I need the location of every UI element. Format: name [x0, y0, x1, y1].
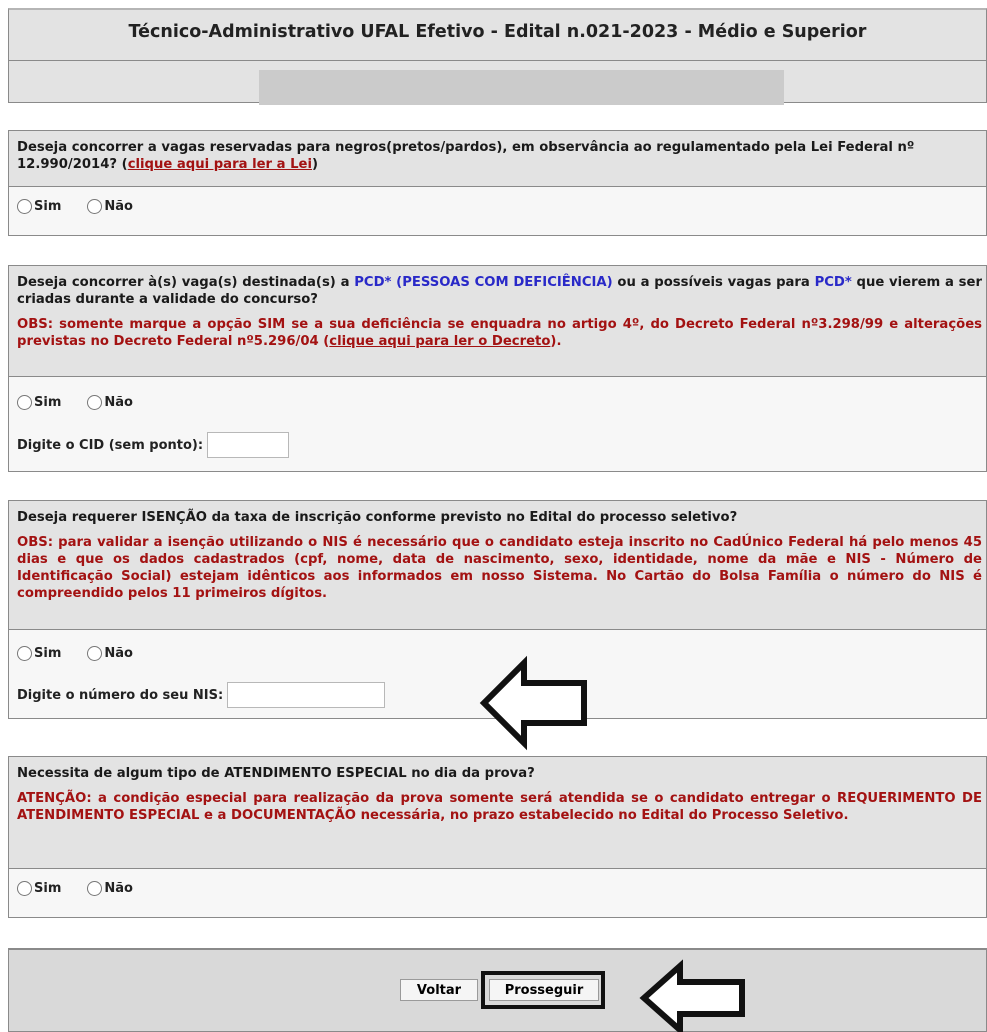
q1-law-link[interactable]: clique aqui para ler a Lei	[128, 157, 312, 172]
q1-yes-radio[interactable]: Sim	[17, 199, 61, 214]
radio-circle-icon[interactable]	[87, 395, 103, 410]
left-arrow-icon	[479, 655, 587, 751]
back-button[interactable]: Voltar	[400, 979, 478, 1001]
question-pcd: Deseja concorrer à(s) vaga(s) destinada(…	[8, 265, 987, 472]
radio-circle-icon[interactable]	[87, 646, 103, 661]
actions-panel: Voltar Prosseguir	[8, 948, 987, 1032]
q2-options: Sim Não Digite o CID (sem ponto):	[9, 376, 986, 471]
q3-yes-radio[interactable]: Sim	[17, 646, 61, 661]
q2-question: Deseja concorrer à(s) vaga(s) destinada(…	[17, 275, 982, 307]
left-arrow-icon	[639, 959, 745, 1032]
header-panel: Técnico-Administrativo UFAL Efetivo - Ed…	[8, 8, 987, 105]
q3-question: Deseja requerer ISENÇÃO da taxa de inscr…	[17, 510, 738, 525]
q2-decree-link[interactable]: clique aqui para ler o Decreto	[329, 334, 550, 349]
radio-circle-icon[interactable]	[17, 881, 32, 896]
q2-obs: OBS: somente marque a opção SIM se a sua…	[17, 317, 982, 349]
q1-options: Sim Não	[9, 186, 986, 235]
highlight-box	[481, 971, 605, 1009]
q4-options: Sim Não	[9, 868, 986, 917]
header-divider	[9, 60, 986, 61]
q4-no-radio[interactable]: Não	[87, 881, 133, 896]
radio-circle-icon[interactable]	[17, 199, 32, 214]
redacted-candidate-info	[259, 70, 784, 105]
question-special-assistance: Necessita de algum tipo de ATENDIMENTO E…	[8, 756, 987, 918]
q4-obs: ATENÇÃO: a condição especial para realiz…	[17, 791, 982, 823]
nis-input[interactable]	[227, 682, 386, 708]
page-title: Técnico-Administrativo UFAL Efetivo - Ed…	[128, 22, 867, 42]
q4-question: Necessita de algum tipo de ATENDIMENTO E…	[17, 766, 535, 781]
cid-input[interactable]	[207, 432, 290, 458]
q2-no-radio[interactable]: Não	[87, 395, 133, 410]
radio-circle-icon[interactable]	[87, 199, 103, 214]
q1-no-radio[interactable]: Não	[87, 199, 133, 214]
q3-no-radio[interactable]: Não	[87, 646, 133, 661]
cid-label: Digite o CID (sem ponto):	[17, 437, 204, 453]
radio-circle-icon[interactable]	[17, 395, 32, 410]
q4-yes-radio[interactable]: Sim	[17, 881, 61, 896]
nis-label: Digite o número do seu NIS:	[17, 687, 224, 703]
q2-yes-radio[interactable]: Sim	[17, 395, 61, 410]
radio-circle-icon[interactable]	[87, 881, 103, 896]
q3-obs: OBS: para validar a isenção utilizando o…	[17, 535, 982, 601]
radio-circle-icon[interactable]	[17, 646, 32, 661]
question-quota-black: Deseja concorrer a vagas reservadas para…	[8, 130, 987, 236]
